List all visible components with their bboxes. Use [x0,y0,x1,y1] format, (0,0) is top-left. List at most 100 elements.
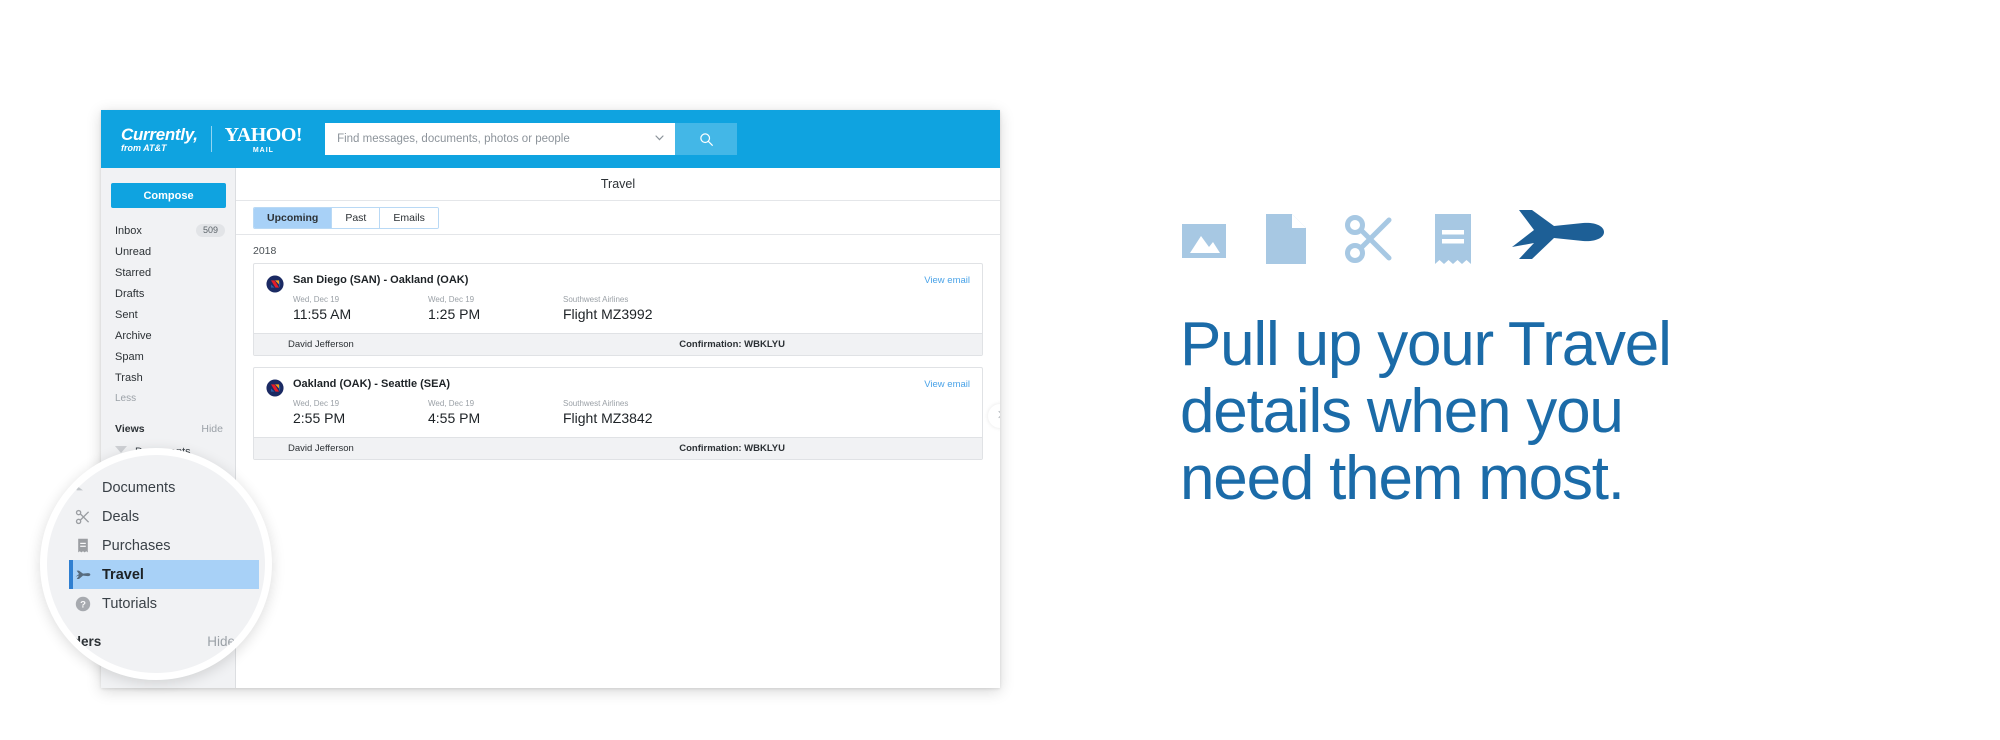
tab-upcoming[interactable]: Upcoming [254,207,333,228]
passenger-name: David Jefferson [288,339,354,350]
arrival-leg: Wed, Dec 19 1:25 PM [428,295,563,322]
view-email-link[interactable]: View email [924,275,970,286]
scissors-icon [1344,213,1396,270]
promo-headline: Pull up your Travel details when you nee… [1180,310,1880,513]
tabbar: Upcoming Past Emails [236,201,1000,235]
tab-past[interactable]: Past [332,207,381,228]
views-hide-toggle[interactable]: Hide [201,423,223,435]
trip-route: San Diego (SAN) - Oakland (OAK) [293,274,469,286]
sidebar-item-starred[interactable]: Starred [101,262,235,283]
lens-folders-header: lders Hide [69,618,259,655]
chevron-down-icon[interactable] [654,132,665,146]
sidebar-less-toggle[interactable]: Less [101,388,235,409]
tab-emails[interactable]: Emails [380,207,438,228]
brand-divider [210,126,212,152]
question-circle-icon: ? [75,596,91,612]
departure-time: 11:55 AM [293,306,352,322]
tab-group: Upcoming Past Emails [253,206,439,229]
departure-time: 2:55 PM [293,410,346,426]
airline-name: Southwest Airlines [563,295,629,304]
lens-item-documents[interactable]: Documents [69,473,259,502]
departure-leg: Wed, Dec 19 2:55 PM [293,399,428,426]
year-heading: 2018 [253,245,277,257]
scissors-icon [75,509,91,525]
passenger-name: David Jefferson [288,443,354,454]
lens-item-deals[interactable]: Deals [69,502,259,531]
magnifier-lens: Documents Deals Purchases Travel ? Tutor… [40,448,272,680]
arrival-time: 4:55 PM [428,410,481,426]
screenshot-stage: Currently, from AT&T YAHOO! MAIL Find me… [0,0,2000,740]
promo-headline-line-1: Pull up your Travel [1180,310,1672,379]
flight-leg: Southwest Airlines Flight MZ3842 [563,399,970,426]
airplane-icon [75,567,91,583]
inbox-unread-badge: 509 [195,224,225,237]
views-section-title: Views [115,423,145,435]
receipt-icon [75,538,91,554]
trip-details: Oakland (OAK) - Seattle (SEA) Wed, Dec 1… [293,378,970,426]
view-email-link[interactable]: View email [924,379,970,390]
lens-item-purchases[interactable]: Purchases [69,531,259,560]
svg-text:?: ? [80,599,86,610]
yahoo-logo-secondary: MAIL [252,146,274,154]
departure-leg: Wed, Dec 19 11:55 AM [293,295,428,322]
compose-button[interactable]: Compose [111,183,226,208]
departure-date: Wed, Dec 19 [293,295,340,304]
lens-item-tutorials[interactable]: ? Tutorials [69,589,259,618]
lens-item-label: Documents [102,479,176,496]
currently-logo-primary: Currently, [121,124,198,144]
lens-item-label: Purchases [102,537,171,554]
search-icon [699,132,714,147]
receipt-icon [1433,213,1473,270]
search-input[interactable] [337,133,649,145]
currently-logo-secondary: from AT&T [121,142,167,153]
airplane-icon [1510,203,1606,270]
folder-nav-list: Inbox 509 Unread Starred Drafts Sent Arc… [101,220,235,409]
trip-card[interactable]: View email [253,367,983,460]
trip-card-list: View email San Diego (SAN) - Oakland (OA… [236,263,1000,460]
trip-route: Oakland (OAK) - Seattle (SEA) [293,378,451,390]
lens-item-label: Deals [102,508,140,525]
lens-folders-hide[interactable]: Hide [207,634,235,649]
search-button[interactable] [675,123,738,155]
southwest-logo [266,379,284,397]
document-icon [75,480,91,496]
sidebar-item-label: Archive [115,329,152,342]
lens-item-label: Tutorials [102,595,158,612]
sidebar-item-archive[interactable]: Archive [101,325,235,346]
lens-item-travel[interactable]: Travel [69,560,259,589]
trip-card-body: San Diego (SAN) - Oakland (OAK) Wed, Dec… [254,264,982,333]
trip-card[interactable]: View email [253,263,983,356]
arrival-time: 1:25 PM [428,306,481,322]
page-title: Travel [236,168,1000,201]
sidebar-item-label: Starred [115,266,152,279]
currently-logo: Currently, from AT&T [121,126,198,153]
trip-legs: Wed, Dec 19 2:55 PM Wed, Dec 19 4:55 PM … [293,399,970,426]
confirmation-code: Confirmation: WBKLYU [679,339,785,350]
sidebar-item-unread[interactable]: Unread [101,241,235,262]
confirmation-code: Confirmation: WBKLYU [679,443,785,454]
arrival-date: Wed, Dec 19 [428,295,475,304]
yahoo-mail-logo: YAHOO! MAIL [224,123,303,154]
views-section-header: Views Hide [101,409,235,441]
sidebar-item-spam[interactable]: Spam [101,346,235,367]
promo-icon-row [1180,200,1880,270]
sidebar-item-sent[interactable]: Sent [101,304,235,325]
yahoo-logo-primary: YAHOO! [224,123,303,146]
flight-leg: Southwest Airlines Flight MZ3992 [563,295,970,322]
sidebar-item-label: Spam [115,350,144,363]
sidebar-item-trash[interactable]: Trash [101,367,235,388]
search-field-container[interactable] [325,123,676,155]
photos-icon [1180,217,1228,270]
trip-details: San Diego (SAN) - Oakland (OAK) Wed, Dec… [293,274,970,322]
sidebar-item-drafts[interactable]: Drafts [101,283,235,304]
sidebar-item-label: Unread [115,245,152,258]
arrival-date: Wed, Dec 19 [428,399,475,408]
magnifier-content: Documents Deals Purchases Travel ? Tutor… [69,473,259,673]
flight-number: Flight MZ3992 [563,306,653,322]
trip-card-footer: David Jefferson Confirmation: WBKLYU [254,333,982,355]
sidebar-item-inbox[interactable]: Inbox 509 [101,220,235,241]
sidebar-less-label: Less [115,393,137,404]
trip-legs: Wed, Dec 19 11:55 AM Wed, Dec 19 1:25 PM… [293,295,970,322]
search-bar [325,123,738,155]
app-header: Currently, from AT&T YAHOO! MAIL [101,110,1000,168]
